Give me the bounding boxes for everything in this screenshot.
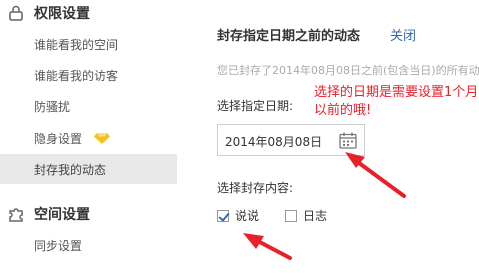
yellow-diamond-icon: [94, 133, 110, 144]
sidebar-item-invisible-settings[interactable]: 隐身设置: [0, 123, 177, 153]
sidebar-item-anti-harassment[interactable]: 防骚扰: [0, 91, 177, 121]
archive-status-text: 您已封存了2014年08月08日之前(包含当日)的所有动态: [217, 64, 479, 77]
puzzle-icon: [9, 208, 23, 222]
sidebar-item-label: 谁能看我的空间: [34, 37, 119, 52]
sidebar-item-label: 封存我的动态: [34, 162, 107, 177]
shuoshuo-label: 说说: [235, 209, 260, 223]
date-field-label: 选择指定日期:: [217, 99, 294, 113]
sidebar-item-sync-settings[interactable]: 同步设置: [0, 230, 177, 260]
sidebar-item-label: 同步设置: [34, 238, 83, 253]
option-blog[interactable]: 日志: [285, 207, 327, 224]
option-shuoshuo[interactable]: 说说: [217, 207, 259, 224]
sidebar-item-who-can-view-visitors[interactable]: 谁能看我的访客: [0, 60, 177, 90]
calendar-icon[interactable]: [339, 132, 357, 149]
annotation-note: 选择的日期是需要设置1个月以前的哦!: [314, 85, 479, 118]
close-link[interactable]: 关闭: [390, 25, 416, 44]
blog-label: 日志: [303, 209, 328, 223]
space-section-title: 空间设置: [34, 207, 90, 223]
privacy-section-title: 权限设置: [34, 6, 90, 22]
sidebar-item-archive-my-feeds[interactable]: 封存我的动态: [0, 154, 177, 184]
shuoshuo-checkbox[interactable]: [217, 209, 229, 222]
sidebar: 权限设置 谁能看我的空间 谁能看我的访客 防骚扰 隐身设置 封存我的动态 空间设…: [0, 0, 177, 274]
content-field-label: 选择封存内容:: [217, 181, 294, 195]
lock-icon: [9, 5, 23, 21]
sidebar-item-label: 谁能看我的访客: [34, 68, 119, 83]
main-panel: 封存指定日期之前的动态 关闭 您已封存了2014年08月08日之前(包含当日)的…: [177, 0, 479, 274]
sidebar-item-who-can-view-space[interactable]: 谁能看我的空间: [0, 29, 177, 59]
page-title: 封存指定日期之前的动态: [217, 29, 361, 44]
sidebar-item-label: 隐身设置: [34, 131, 83, 146]
date-picker-field[interactable]: 2014年08月08日: [217, 124, 365, 156]
date-value: 2014年08月08日: [225, 135, 323, 149]
sidebar-item-label: 防骚扰: [34, 99, 71, 114]
blog-checkbox[interactable]: [285, 209, 297, 222]
